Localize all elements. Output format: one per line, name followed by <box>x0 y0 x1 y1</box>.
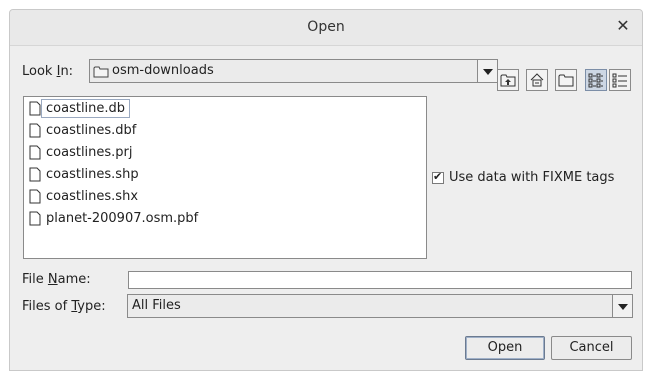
close-icon[interactable]: ✕ <box>614 17 632 35</box>
details-view-button[interactable] <box>609 69 631 91</box>
file-name: coastlines.dbf <box>46 123 137 138</box>
file-name: coastlines.shx <box>46 189 139 204</box>
file-icon <box>29 101 41 116</box>
file-icon <box>29 211 41 226</box>
fixme-tags-label[interactable]: Use data with FIXME tags <box>449 170 614 185</box>
chevron-down-icon[interactable] <box>612 295 632 317</box>
details-view-icon <box>612 73 627 88</box>
files-of-type-combo[interactable]: All Files <box>127 294 633 318</box>
look-in-label: Look In: <box>22 64 73 79</box>
list-view-icon <box>588 73 603 88</box>
folder-icon <box>93 66 109 78</box>
look-in-label-suffix: n: <box>60 64 74 79</box>
file-icon <box>29 167 41 182</box>
file-name-label-text: File <box>22 272 48 287</box>
file-name: coastlines.prj <box>46 145 133 160</box>
file-name: planet-200907.osm.pbf <box>46 211 199 226</box>
up-one-level-button[interactable] <box>497 69 519 91</box>
files-of-type-label-text: Files of <box>22 299 72 314</box>
files-of-type-value: All Files <box>132 298 181 313</box>
file-list[interactable]: coastline.db coastlines.dbf coastlines.p… <box>23 96 427 259</box>
up-one-level-icon <box>500 74 516 87</box>
file-icon <box>29 145 41 160</box>
files-of-type-label: Files of Type: <box>22 299 106 314</box>
file-icon <box>29 123 41 138</box>
file-name-label-suffix: ame: <box>57 272 91 287</box>
home-button[interactable] <box>526 69 548 91</box>
new-folder-button[interactable] <box>555 69 577 91</box>
cancel-button[interactable]: Cancel <box>551 336 632 360</box>
home-icon <box>530 73 544 87</box>
fixme-tags-checkbox[interactable] <box>432 170 444 184</box>
file-icon <box>29 189 41 204</box>
file-name-label: File Name: <box>22 272 91 287</box>
file-name: coastline.db <box>40 99 131 118</box>
open-button[interactable]: Open <box>465 336 545 360</box>
files-of-type-label-suffix: ype: <box>77 299 106 314</box>
open-dialog: Open ✕ Look In: osm-downloads coastline.… <box>9 9 643 371</box>
list-view-button[interactable] <box>585 69 607 91</box>
look-in-combo[interactable]: osm-downloads <box>89 59 498 83</box>
file-name-field[interactable] <box>128 271 632 289</box>
look-in-value: osm-downloads <box>112 63 214 78</box>
title-bar[interactable]: Open ✕ <box>10 10 642 46</box>
new-folder-icon <box>558 74 574 87</box>
chevron-down-icon[interactable] <box>477 60 497 82</box>
look-in-label-text: Look <box>22 64 57 79</box>
file-name: coastlines.shp <box>46 167 139 182</box>
dialog-title: Open <box>307 19 345 35</box>
file-name-mnemonic: N <box>47 272 58 287</box>
